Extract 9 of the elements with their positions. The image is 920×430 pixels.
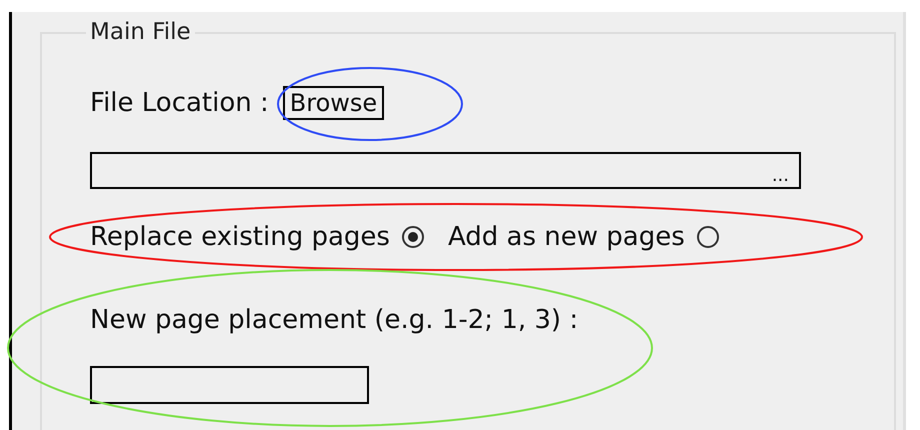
browse-button[interactable]: Browse	[282, 86, 384, 120]
radio-button[interactable]	[402, 226, 424, 248]
radio-option[interactable]: Replace existing pages	[90, 218, 424, 256]
file-path-field[interactable]: ...	[90, 152, 801, 189]
radio-button[interactable]	[696, 226, 719, 248]
placement-field[interactable]	[90, 366, 369, 404]
placement-label: New page placement (e.g. 1-2; 1, 3) :	[90, 304, 580, 337]
file-location-label: File Location :	[90, 86, 269, 120]
radio-option[interactable]: Add as new pages	[448, 218, 719, 256]
